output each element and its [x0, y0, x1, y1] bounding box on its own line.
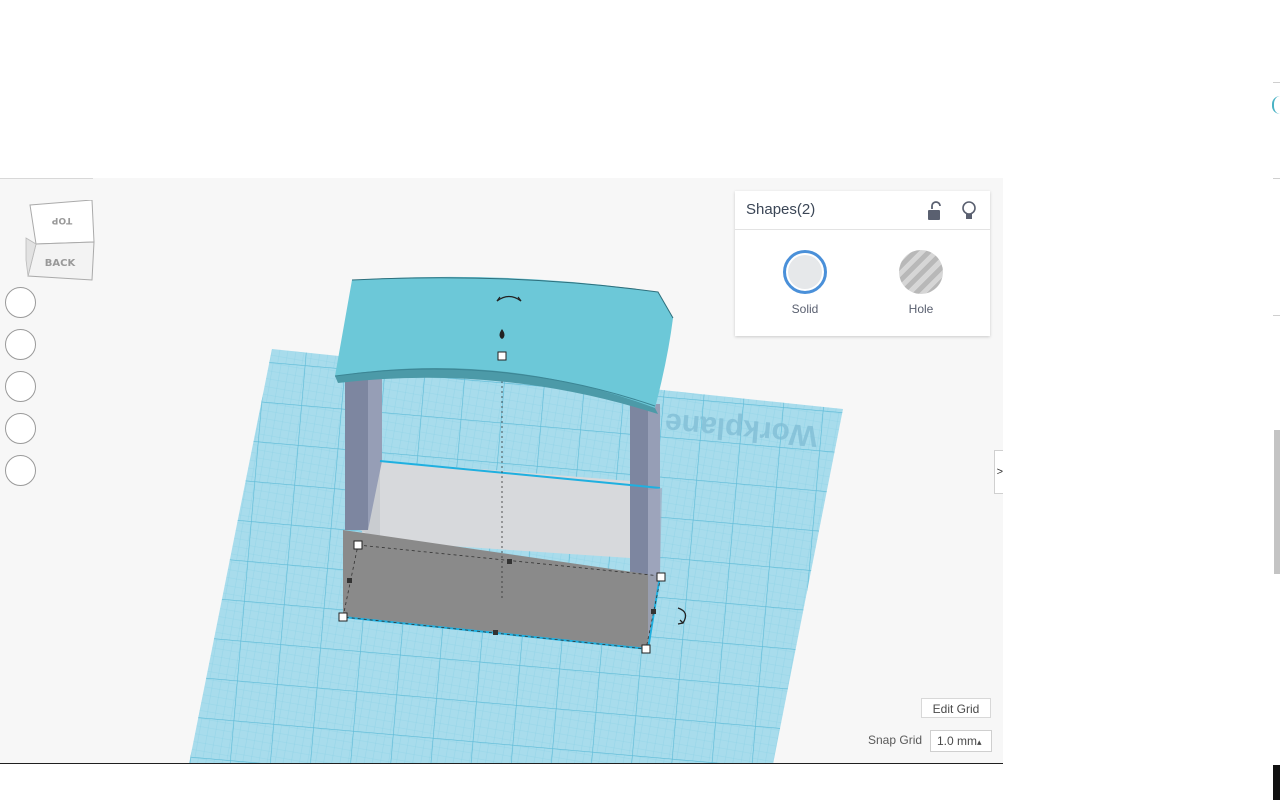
unlock-icon[interactable]: [925, 200, 945, 222]
view-cube[interactable]: TOP BACK: [22, 200, 98, 286]
edit-grid-button[interactable]: Edit Grid: [921, 698, 991, 718]
snap-grid-label: Snap Grid: [868, 733, 923, 747]
panel-edge-icon: [1272, 96, 1280, 114]
corner-handle: [656, 572, 666, 582]
hole-swatch[interactable]: [899, 250, 943, 294]
chevron-up-icon: ▴: [977, 737, 982, 747]
shapes-inspector: Shapes(2) Solid Hole: [735, 191, 990, 336]
scrollbar[interactable]: [1274, 430, 1280, 574]
viewcube-top-label: TOP: [51, 215, 72, 225]
divider: [1273, 315, 1280, 316]
panel-collapse-tab[interactable]: >: [994, 450, 1003, 494]
corner-handle: [338, 612, 348, 622]
lightbulb-icon[interactable]: [959, 200, 979, 222]
divider: [1273, 178, 1280, 179]
fit-view-button[interactable]: [5, 329, 36, 360]
inspector-title: Shapes(2): [746, 201, 816, 218]
zoom-in-button[interactable]: [5, 371, 36, 402]
workplane-editor[interactable]: Workplane TOP BACK Shapes(2) Solid Hole …: [0, 178, 1003, 764]
side-handle: [651, 609, 656, 614]
snap-grid-select[interactable]: 1.0 mm▴: [930, 730, 992, 752]
viewcube-back-label: BACK: [45, 258, 77, 269]
side-handle: [347, 578, 352, 583]
divider: [1273, 82, 1280, 83]
divider: [0, 763, 1003, 764]
solid-label: Solid: [791, 302, 819, 316]
corner-block: [1273, 765, 1280, 800]
solid-option[interactable]: Solid: [780, 247, 830, 333]
hole-option[interactable]: Hole: [896, 247, 946, 333]
corner-handle: [353, 540, 363, 550]
top-blank-area: [0, 0, 1280, 178]
side-handle: [507, 559, 512, 564]
snap-grid-value: 1.0 mm: [937, 734, 978, 748]
hole-label: Hole: [908, 302, 934, 316]
zoom-out-button[interactable]: [5, 413, 36, 444]
top-handle: [497, 351, 507, 361]
inspector-header: Shapes(2): [735, 191, 990, 230]
home-view-button[interactable]: [5, 287, 36, 318]
corner-handle: [641, 644, 651, 654]
perspective-toggle-button[interactable]: [5, 455, 36, 486]
solid-swatch[interactable]: [783, 250, 827, 294]
side-handle: [493, 630, 498, 635]
